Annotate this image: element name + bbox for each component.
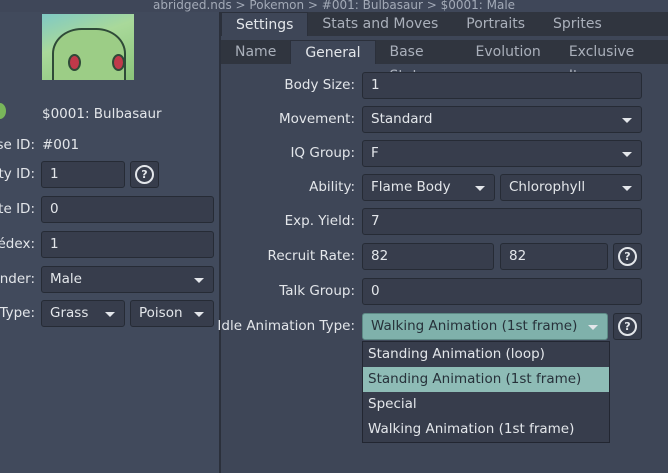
type2-dropdown[interactable]: Poison [130, 300, 214, 327]
base-id-label: Base ID: [0, 137, 35, 153]
body-size-input[interactable]: 1 [362, 72, 642, 99]
help-icon: ? [618, 316, 637, 336]
recruit-rate-input-1[interactable]: 82 [362, 243, 494, 270]
iq-group-label: IQ Group: [290, 145, 355, 161]
tab-settings[interactable]: Settings [221, 12, 309, 36]
body-size-label: Body Size: [284, 77, 355, 93]
idle-animation-help-button[interactable]: ? [613, 313, 642, 340]
help-icon: ? [618, 246, 637, 266]
main-tabs: Settings Stats and Moves Portraits Sprit… [221, 12, 668, 36]
talk-group-input[interactable]: 0 [362, 278, 642, 305]
entry-name: $0001: Bulbasaur [42, 106, 162, 122]
pokemon-portrait [42, 14, 134, 80]
idle-animation-options: Standing Animation (loop) Standing Anima… [362, 341, 610, 443]
breadcrumb: abridged.nds > Pokemon > #001: Bulbasaur… [152, 0, 516, 12]
subtab-evolution[interactable]: Evolution [462, 40, 555, 64]
talk-group-label: Talk Group: [279, 283, 355, 299]
help-icon: ? [135, 164, 154, 184]
ability2-dropdown[interactable]: Chlorophyll [500, 174, 642, 201]
subtab-exclusive-items[interactable]: Exclusive Items [555, 40, 668, 84]
option-standing-loop[interactable]: Standing Animation (loop) [363, 342, 609, 367]
exp-yield-input[interactable]: 7 [362, 208, 642, 235]
subtab-name[interactable]: Name [221, 40, 290, 64]
type1-dropdown[interactable]: Grass [41, 300, 125, 327]
sprite-id-input[interactable]: 0 [41, 196, 214, 223]
gender-label: Gender: [0, 271, 35, 287]
idle-animation-label: Idle Animation Type: [217, 318, 355, 334]
sub-tabs: Name General Base Stats Evolution Exclus… [221, 40, 668, 84]
subtab-base-stats[interactable]: Base Stats [376, 40, 462, 84]
entity-id-help-button[interactable]: ? [130, 161, 159, 188]
option-special[interactable]: Special [363, 392, 609, 417]
type-label: Type: [0, 305, 35, 321]
recruit-rate-label: Recruit Rate: [267, 248, 355, 264]
tab-portraits[interactable]: Portraits [452, 12, 539, 36]
entity-id-label: Entity ID: [0, 166, 35, 182]
entity-id-input[interactable]: 1 [41, 161, 125, 188]
pokemon-icon [0, 103, 6, 119]
iq-group-dropdown[interactable]: F [362, 140, 642, 167]
ability1-dropdown[interactable]: Flame Body [362, 174, 495, 201]
base-id-value: #001 [42, 137, 80, 153]
subtab-general[interactable]: General [290, 40, 376, 64]
idle-animation-dropdown[interactable]: Walking Animation (1st frame) [362, 313, 608, 340]
ability-label: Ability: [309, 179, 355, 195]
exp-yield-label: Exp. Yield: [284, 213, 355, 229]
tab-sprites[interactable]: Sprites [539, 12, 616, 36]
movement-dropdown[interactable]: Standard [362, 106, 642, 133]
tab-stats-and-moves[interactable]: Stats and Moves [308, 12, 452, 36]
sprite-id-label: Sprite ID: [0, 201, 35, 217]
option-walking-first-frame[interactable]: Walking Animation (1st frame) [363, 417, 609, 442]
movement-label: Movement: [278, 111, 355, 127]
left-panel: $0001: Bulbasaur Base ID: #001 Entity ID… [0, 12, 221, 473]
gender-dropdown[interactable]: Male [41, 266, 214, 293]
recruit-rate-input-2[interactable]: 82 [500, 243, 608, 270]
recruit-rate-help-button[interactable]: ? [613, 243, 642, 270]
pokedex-label: Pokédex: [0, 236, 35, 252]
pokedex-input[interactable]: 1 [41, 231, 214, 258]
option-standing-first-frame[interactable]: Standing Animation (1st frame) [363, 367, 609, 392]
